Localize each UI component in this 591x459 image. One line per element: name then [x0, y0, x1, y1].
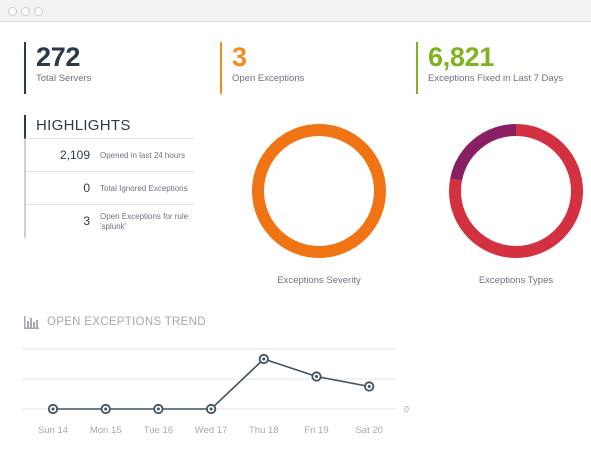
trend-title: OPEN EXCEPTIONS TREND — [47, 316, 206, 328]
stat-total-servers[interactable]: 272 Total Servers — [24, 42, 194, 94]
types-donut-label: Exceptions Types — [478, 275, 554, 286]
window-titlebar — [0, 0, 591, 22]
trend-series-line — [53, 358, 370, 410]
trend-x-tick-label: Thu 18 — [249, 425, 279, 436]
stat-exceptions-fixed[interactable]: 6,821 Exceptions Fixed in Last 7 Days — [416, 42, 586, 94]
window-close-dot[interactable] — [8, 7, 17, 16]
window-maximize-dot[interactable] — [34, 7, 43, 16]
trend-x-tick-label: Wed 17 — [195, 425, 228, 436]
list-item[interactable]: 2,109 Opened in last 24 hours — [26, 139, 194, 172]
stat-label: Exceptions Fixed in Last 7 Days — [428, 73, 564, 84]
trend-data-point-center — [156, 407, 160, 411]
trend-x-tick-label: Tue 16 — [144, 425, 173, 436]
trend-x-tick-label: Fri 19 — [304, 425, 328, 436]
window-minimize-dot[interactable] — [21, 7, 30, 16]
stat-value: 6,821 — [428, 42, 495, 72]
list-item[interactable]: 3 Open Exceptions for rule 'splunk' — [26, 205, 194, 238]
stat-value: 272 — [36, 42, 81, 72]
types-donut-chart[interactable] — [447, 122, 585, 260]
highlight-label: Total Ignored Exceptions — [100, 183, 188, 193]
donut-slice[interactable] — [252, 124, 386, 258]
severity-donut-chart[interactable] — [250, 122, 388, 260]
highlights-list: 2,109 Opened in last 24 hours 0 Total Ig… — [24, 139, 194, 238]
trend-data-point-center — [262, 357, 266, 361]
highlight-value: 0 — [83, 181, 90, 195]
trend-x-tick-label: Mon 15 — [90, 425, 122, 436]
trend-y-tick-label: 0 — [404, 405, 409, 415]
trend-data-point-center — [315, 375, 318, 378]
trend-data-point-center — [104, 407, 108, 411]
highlight-value: 2,109 — [59, 148, 90, 162]
stat-label: Total Servers — [36, 73, 92, 84]
dashboard-window: 272 Total Servers 3 Open Exceptions 6,82… — [0, 0, 591, 459]
stat-open-exceptions[interactable]: 3 Open Exceptions — [220, 42, 390, 94]
list-item[interactable]: 0 Total Ignored Exceptions — [26, 172, 194, 205]
trend-line-chart[interactable]: 0 Sun 14 Mon 15 Tue 16 Wed 17 Thu 18 Fri 19 Sat… — [0, 330, 420, 455]
trend-data-point-center — [51, 407, 55, 411]
trend-x-tick-label: Sat 20 — [355, 425, 382, 436]
highlight-value: 3 — [83, 214, 90, 228]
trend-data-point-center — [209, 407, 213, 411]
stat-label: Open Exceptions — [232, 73, 305, 84]
severity-donut-label: Exceptions Severity — [277, 275, 361, 286]
highlights-title: HIGHLIGHTS — [24, 115, 194, 139]
trend-data-point-center — [367, 385, 371, 388]
highlight-label: Open Exceptions for rule 'splunk' — [100, 211, 189, 231]
bar-chart-icon — [24, 315, 39, 329]
trend-header: OPEN EXCEPTIONS TREND — [24, 314, 206, 330]
trend-x-tick-label: Sun 14 — [38, 425, 68, 436]
highlight-label: Opened in last 24 hours — [100, 150, 185, 160]
stat-value: 3 — [232, 42, 247, 72]
